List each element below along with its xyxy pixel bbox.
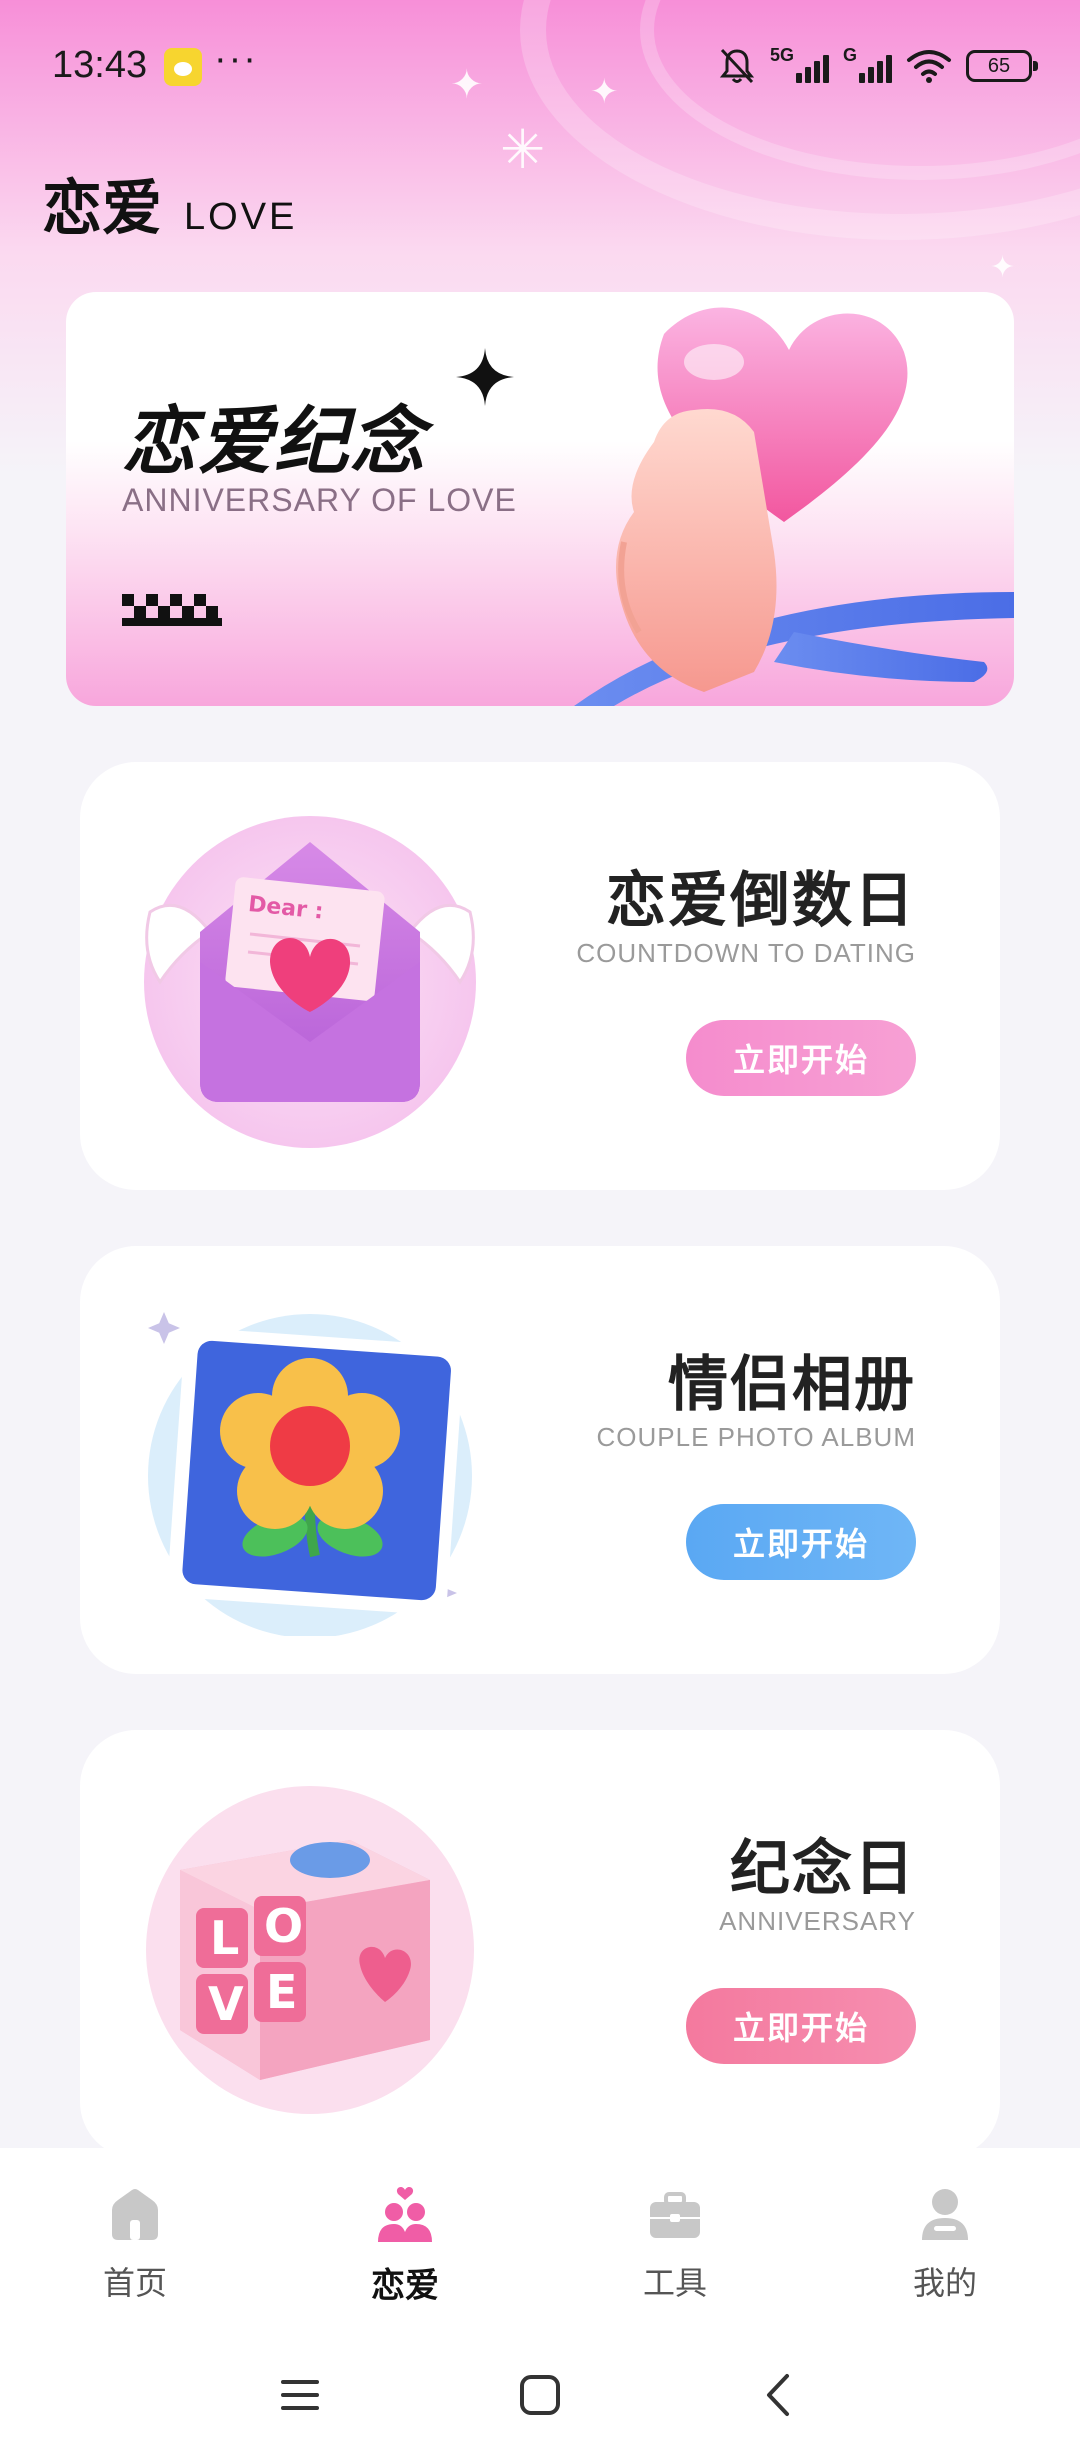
anniversary-banner[interactable]: 恋爱纪念 ANNIVERSARY OF LOVE xyxy=(66,292,1014,706)
anniversary-card[interactable]: L O V E 纪念日 ANNIVERSARY 立即开始 xyxy=(80,1730,1000,2158)
signal-g-icon: G xyxy=(843,45,892,83)
heart-hand-illustration xyxy=(574,307,1014,706)
cube-letter: V xyxy=(208,1977,244,2031)
banner-title: 恋爱纪念 xyxy=(122,399,426,485)
checker-pattern-icon xyxy=(122,594,222,626)
page-title: 恋爱 xyxy=(42,174,162,244)
banner-subtitle: ANNIVERSARY OF LOVE xyxy=(122,482,517,518)
love-cube-illustration: L O V E xyxy=(146,1786,474,2114)
status-time: 13:43 xyxy=(52,44,148,86)
bottom-navigation: 首页 恋爱 工具 我的 xyxy=(0,2148,1080,2330)
toolbox-icon xyxy=(650,2192,700,2238)
signal-5g-icon: 5G xyxy=(770,45,829,83)
nav-label: 我的 xyxy=(912,2264,977,2302)
nav-label: 恋爱 xyxy=(371,2266,439,2306)
nav-item-love[interactable]: 恋爱 xyxy=(270,2148,540,2330)
flower-photo-illustration xyxy=(148,1312,472,1636)
battery-icon: 65 xyxy=(966,50,1038,82)
start-button[interactable]: 立即开始 xyxy=(686,1020,916,1096)
cube-letter: L xyxy=(210,1911,239,1965)
more-notifications-icon: ··· xyxy=(214,38,258,80)
cube-letter: O xyxy=(264,1899,303,1953)
battery-level: 65 xyxy=(987,54,1011,77)
start-button[interactable]: 立即开始 xyxy=(686,1504,916,1580)
card-subtitle: COUPLE PHOTO ALBUM xyxy=(596,1422,916,1452)
star-icon xyxy=(456,348,514,406)
love-letter-illustration: Dear : xyxy=(144,816,476,1148)
wifi-icon xyxy=(907,50,951,83)
nav-item-me[interactable]: 我的 xyxy=(810,2148,1080,2330)
nav-label: 首页 xyxy=(102,2264,167,2302)
card-title: 纪念日 xyxy=(730,1834,916,1904)
countdown-card[interactable]: Dear : 恋爱倒数日 COUNTDOWN TO DATING 立即开始 xyxy=(80,762,1000,1190)
home-button-icon[interactable] xyxy=(515,2370,565,2420)
profile-icon xyxy=(922,2189,968,2240)
nav-item-home[interactable]: 首页 xyxy=(0,2148,270,2330)
back-icon[interactable] xyxy=(755,2370,805,2420)
system-navigation-bar xyxy=(0,2330,1080,2460)
nav-label: 工具 xyxy=(642,2264,707,2302)
cube-letter: E xyxy=(266,1965,297,2019)
card-title: 情侣相册 xyxy=(668,1350,916,1420)
photo-album-card[interactable]: 情侣相册 COUPLE PHOTO ALBUM 立即开始 xyxy=(80,1246,1000,1674)
card-subtitle: COUNTDOWN TO DATING xyxy=(576,938,916,968)
bell-off-icon xyxy=(719,48,755,84)
page-header: 恋爱 LOVE xyxy=(42,160,297,247)
card-title: 恋爱倒数日 xyxy=(606,866,916,936)
start-button[interactable]: 立即开始 xyxy=(686,1988,916,2064)
page-subtitle: LOVE xyxy=(184,196,298,238)
home-icon xyxy=(112,2189,158,2240)
app-notification-icon xyxy=(164,48,202,86)
status-bar: 13:43 ··· 5G G 65 xyxy=(0,0,1080,130)
sparkle-icon: ✦ xyxy=(990,250,1016,285)
menu-icon[interactable] xyxy=(275,2370,325,2420)
nav-item-tools[interactable]: 工具 xyxy=(540,2148,810,2330)
couple-icon xyxy=(378,2187,432,2242)
status-indicators: 5G G 65 xyxy=(718,44,1038,88)
card-subtitle: ANNIVERSARY xyxy=(719,1906,916,1936)
